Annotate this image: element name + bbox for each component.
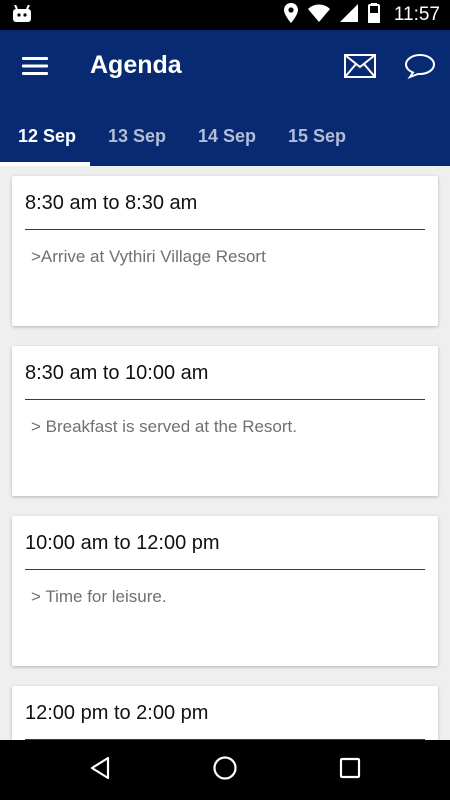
- system-nav-bar: [0, 740, 450, 800]
- page-title: Agenda: [90, 51, 182, 79]
- menu-button[interactable]: [15, 50, 55, 86]
- agenda-description: >Arrive at Vythiri Village Resort: [31, 247, 266, 266]
- agenda-time: 8:30 am to 8:30 am: [25, 192, 198, 214]
- chat-icon: [404, 53, 436, 84]
- tab-13-sep[interactable]: 13 Sep: [108, 106, 166, 166]
- tab-15-sep[interactable]: 15 Sep: [288, 106, 346, 166]
- home-button[interactable]: [205, 750, 245, 790]
- location-icon: [283, 2, 298, 28]
- recents-button[interactable]: [330, 750, 370, 790]
- agenda-card[interactable]: 8:30 am to 10:00 am > Breakfast is serve…: [12, 346, 438, 496]
- wifi-icon: [307, 4, 330, 27]
- status-bar: 11:57: [0, 0, 450, 30]
- divider: [25, 229, 425, 230]
- mail-icon: [344, 53, 376, 83]
- agenda-list[interactable]: 8:30 am to 8:30 am >Arrive at Vythiri Vi…: [0, 166, 450, 740]
- agenda-description: > Breakfast is served at the Resort.: [31, 417, 297, 436]
- agenda-time: 8:30 am to 10:00 am: [25, 362, 209, 384]
- agenda-time: 10:00 am to 12:00 pm: [25, 532, 220, 554]
- android-icon: [12, 4, 32, 28]
- agenda-time: 12:00 pm to 2:00 pm: [25, 702, 209, 724]
- signal-icon: [339, 3, 358, 27]
- home-icon: [212, 755, 238, 786]
- battery-icon: [367, 2, 380, 28]
- tab-14-sep[interactable]: 14 Sep: [198, 106, 256, 166]
- app-bar: Agenda: [0, 30, 450, 106]
- agenda-screen: 11:57 Agenda 12 Sep 13 Sep 14 Sep 15 Sep…: [0, 0, 450, 800]
- chat-button[interactable]: [400, 50, 440, 86]
- date-tabs: 12 Sep 13 Sep 14 Sep 15 Sep: [0, 106, 450, 166]
- mail-button[interactable]: [340, 50, 380, 86]
- divider: [25, 399, 425, 400]
- agenda-card[interactable]: 12:00 pm to 2:00 pm: [12, 686, 438, 740]
- status-time: 11:57: [393, 4, 440, 25]
- back-icon: [89, 756, 111, 785]
- divider: [25, 569, 425, 570]
- agenda-card[interactable]: 10:00 am to 12:00 pm > Time for leisure.: [12, 516, 438, 666]
- agenda-description: > Time for leisure.: [31, 587, 167, 606]
- agenda-card[interactable]: 8:30 am to 8:30 am >Arrive at Vythiri Vi…: [12, 176, 438, 326]
- menu-icon: [22, 56, 48, 81]
- status-icons: 11:57: [283, 0, 440, 30]
- recents-icon: [339, 757, 361, 784]
- back-button[interactable]: [80, 750, 120, 790]
- tab-12-sep[interactable]: 12 Sep: [18, 106, 76, 166]
